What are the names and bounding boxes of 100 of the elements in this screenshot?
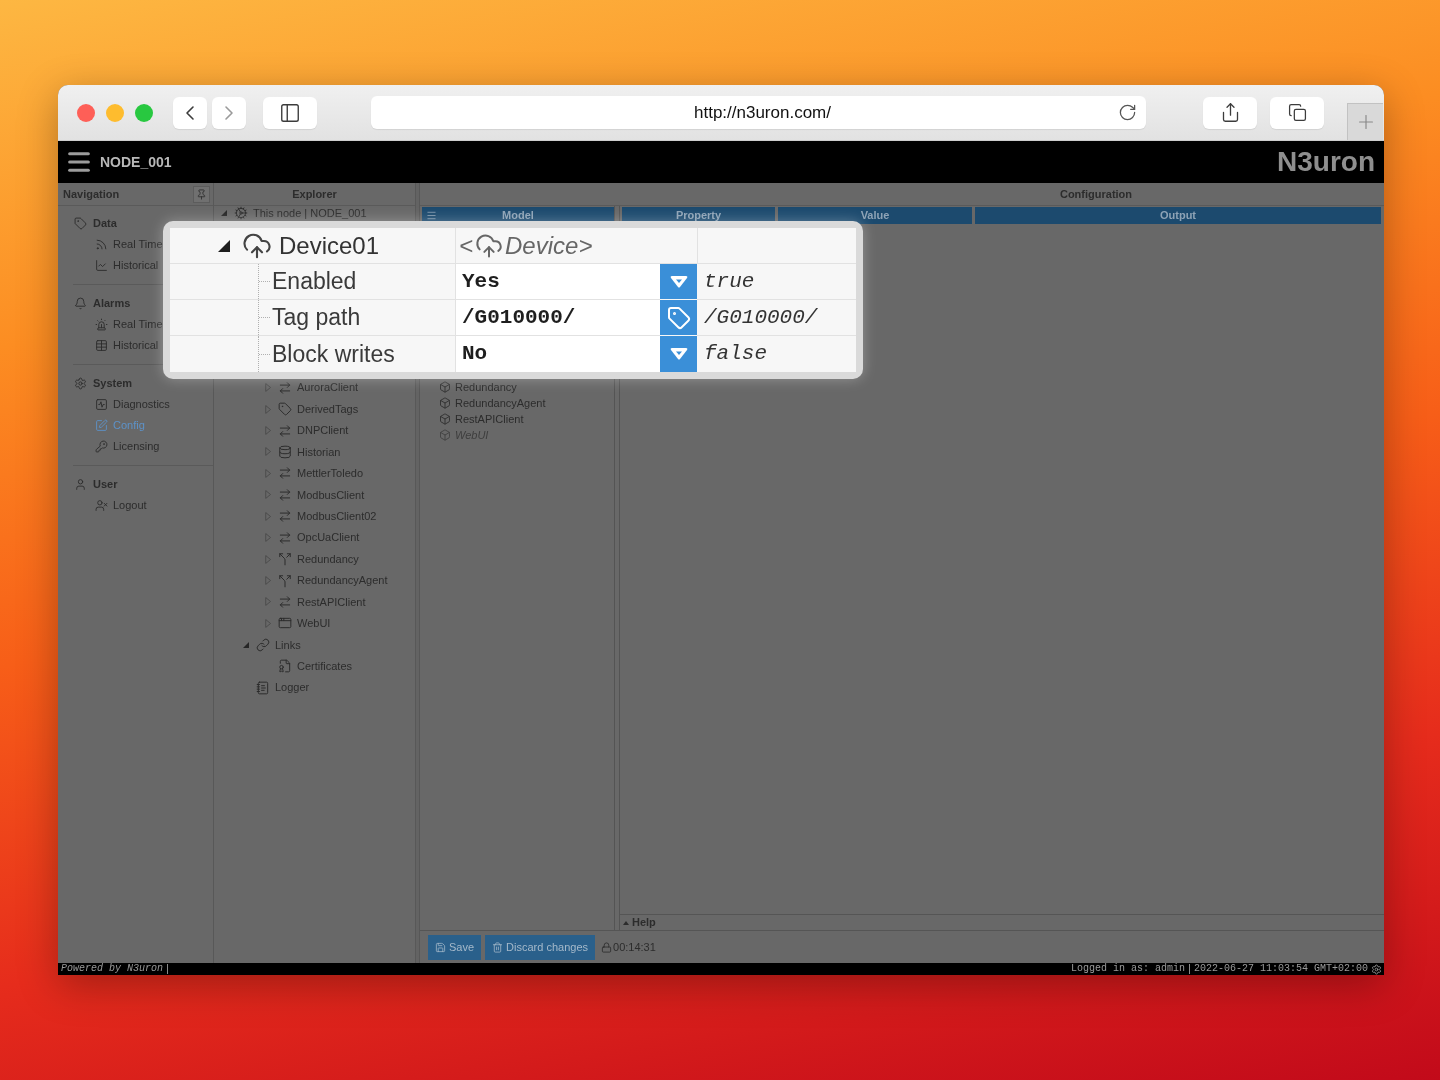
rss-icon — [95, 238, 108, 251]
nav-link[interactable]: Historical — [95, 335, 159, 356]
discard-button[interactable]: Discard changes — [485, 934, 595, 960]
arrows-icon — [278, 530, 292, 545]
tree-item[interactable]: Links — [242, 634, 301, 656]
date-time: 2022-06-27 11:03:54 GMT+02:00 — [1192, 964, 1368, 974]
address-field[interactable]: http://n3uron.com/ — [371, 96, 1146, 129]
tree-item[interactable]: DerivedTags — [264, 398, 359, 420]
pin-icon — [196, 188, 207, 200]
dropdown-button[interactable] — [660, 336, 697, 372]
tree-item[interactable]: RestAPIClient — [264, 591, 366, 613]
siren-icon — [95, 318, 108, 331]
arrows-icon — [278, 487, 292, 502]
cube-icon — [439, 413, 451, 425]
cube-icon — [439, 429, 451, 441]
arrows-icon — [278, 509, 292, 524]
user-icon — [74, 477, 87, 491]
pin-button[interactable] — [193, 185, 210, 203]
user-status: Logged in as: admin — [1070, 964, 1190, 974]
help-toggle[interactable]: Help — [623, 914, 656, 931]
section-title: User — [93, 476, 118, 492]
save-button[interactable]: Save — [428, 934, 482, 960]
caret-up-icon — [623, 920, 629, 925]
arrows-icon — [278, 380, 292, 395]
tree-item[interactable]: RedundancyAgent — [264, 569, 388, 592]
node-label[interactable]: Device01 — [279, 227, 380, 264]
panel-title: Navigation — [63, 186, 120, 202]
section-title: System — [93, 375, 133, 391]
dropdown-button[interactable] — [660, 264, 697, 300]
value-field[interactable]: Yes — [455, 264, 660, 300]
window-minimize-button[interactable] — [106, 103, 124, 122]
tag-icon — [666, 305, 691, 330]
key-icon — [95, 440, 108, 453]
tag-button[interactable] — [660, 300, 697, 336]
split-icon — [278, 552, 292, 567]
nav-link[interactable]: Logout — [95, 495, 147, 516]
tabs-icon — [1287, 103, 1307, 122]
tag-icon — [278, 402, 292, 417]
tree-item[interactable]: Certificates — [264, 655, 353, 677]
caret-icon[interactable] — [218, 239, 230, 252]
value-field[interactable]: No — [455, 336, 660, 372]
nav-link[interactable]: Config — [95, 415, 145, 436]
tree-item[interactable]: OpcUaClient — [264, 526, 360, 549]
nav-link[interactable]: Licensing — [95, 436, 160, 457]
dropdown-icon — [669, 348, 688, 360]
reload-icon[interactable] — [1118, 103, 1137, 122]
model-item[interactable]: Redundancy — [439, 379, 517, 395]
arrows-icon — [278, 466, 292, 481]
cloud-upload-icon — [475, 231, 503, 260]
nav-link[interactable]: Diagnostics — [95, 394, 170, 415]
gear-icon[interactable] — [1371, 963, 1382, 975]
window-close-button[interactable] — [77, 103, 95, 122]
tree-item[interactable]: MettlerToledo — [264, 462, 364, 485]
tree-item[interactable]: ModbusClient — [264, 484, 365, 506]
session-timer: 00:14:31 — [613, 939, 656, 955]
trash-icon — [492, 941, 504, 953]
arrows-icon — [278, 423, 292, 438]
tree-item[interactable]: Historian — [264, 441, 341, 463]
tabs-button[interactable] — [1270, 96, 1324, 129]
file-badge-icon — [278, 659, 292, 674]
app-logo: N3uron — [1277, 148, 1375, 176]
tree-item[interactable]: DNPClient — [264, 419, 349, 442]
tag-icon — [74, 216, 87, 230]
powered-by-text: Powered by N3uron — [61, 964, 169, 974]
value-field[interactable]: /G010000/ — [455, 300, 660, 336]
user-remove-icon — [95, 499, 108, 512]
pulse-icon — [95, 398, 108, 411]
window-icon — [278, 616, 292, 631]
section-title: Alarms — [93, 295, 131, 311]
bell-icon — [74, 296, 87, 310]
split-icon — [278, 573, 292, 588]
tree-item[interactable]: Logger — [242, 676, 310, 699]
nav-link[interactable]: Real Time — [95, 234, 163, 255]
notebook-icon — [256, 680, 270, 695]
edit-icon — [95, 419, 108, 432]
nav-link[interactable]: Real Time — [95, 314, 163, 335]
column-header: Value — [778, 207, 972, 224]
section-title: Data — [93, 215, 117, 231]
window-zoom-button[interactable] — [135, 103, 153, 122]
tree-item[interactable]: WebUI — [264, 612, 331, 635]
property-name: Enabled — [272, 267, 357, 297]
forward-button[interactable] — [212, 96, 246, 129]
nav-link[interactable]: Historical — [95, 255, 159, 276]
gear-icon — [74, 376, 87, 390]
cube-icon — [439, 397, 451, 409]
new-tab-button[interactable] — [1347, 103, 1383, 140]
sidebar-button[interactable] — [263, 96, 317, 129]
output-cell: true — [697, 264, 856, 300]
share-button[interactable] — [1203, 96, 1257, 129]
back-button[interactable] — [173, 96, 207, 129]
tree-item[interactable]: Redundancy — [264, 548, 359, 570]
model-item[interactable]: RestAPIClient — [439, 411, 524, 427]
property-name: Block writes — [272, 339, 395, 369]
column-header: Output — [975, 207, 1381, 224]
cube-icon — [439, 381, 451, 393]
tree-item[interactable]: AuroraClient — [264, 377, 359, 399]
tree-item[interactable]: ModbusClient02 — [264, 505, 377, 527]
panel-title: Explorer — [292, 186, 337, 202]
model-item[interactable]: RedundancyAgent — [439, 395, 546, 411]
output-cell: /G010000/ — [697, 300, 856, 336]
